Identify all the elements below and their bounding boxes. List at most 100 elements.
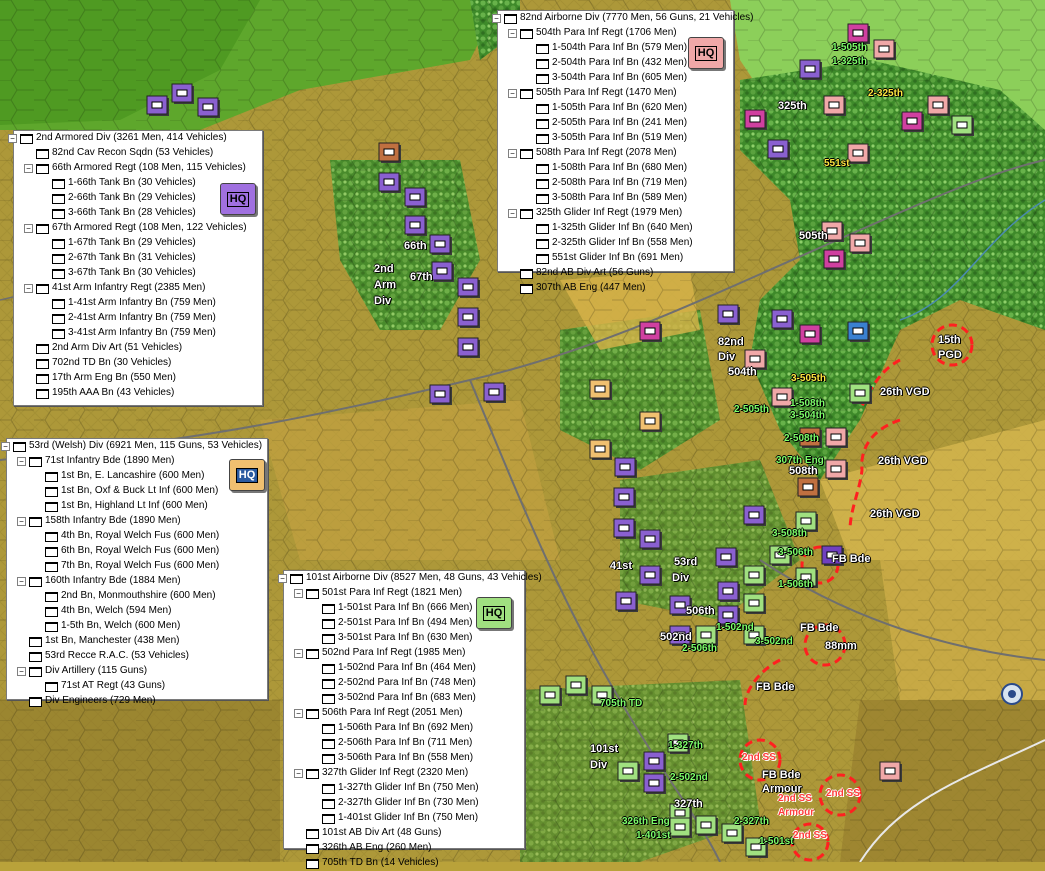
oob-title-row[interactable]: − 2nd Armored Div (3261 Men, 414 Vehicles… [8, 131, 262, 146]
oob-title-row[interactable]: − 53rd (Welsh) Div (6921 Men, 115 Guns, 5… [1, 439, 267, 454]
oob-unit-row[interactable]: − 327th Glider Inf Regt (2320 Men) [284, 766, 524, 781]
unit-counter-icon[interactable] [743, 565, 766, 586]
unit-counter-icon[interactable] [799, 59, 822, 80]
unit-counter-icon[interactable] [615, 591, 638, 612]
oob-unit-row[interactable]: 2-505th Para Inf Bn (241 Men) [498, 116, 733, 131]
oob-unit-row[interactable]: 1-401st Glider Inf Bn (750 Men) [284, 811, 524, 826]
unit-counter-icon[interactable] [613, 518, 636, 539]
oob-unit-row[interactable]: 1st Bn, Highland Lt Inf (600 Men) [7, 499, 267, 514]
unit-counter-icon[interactable] [799, 324, 822, 345]
unit-counter-icon[interactable] [823, 249, 846, 270]
unit-counter-icon[interactable] [589, 379, 612, 400]
collapse-toggle-icon[interactable]: − [1, 442, 10, 451]
unit-counter-icon[interactable] [639, 565, 662, 586]
unit-counter-icon[interactable] [589, 439, 612, 460]
oob-unit-row[interactable]: 101st AB Div Art (48 Guns) [284, 826, 524, 841]
unit-counter-icon[interactable] [823, 95, 846, 116]
collapse-toggle-icon[interactable]: − [508, 209, 517, 218]
unit-counter-icon[interactable] [847, 23, 870, 44]
collapse-toggle-icon[interactable]: − [17, 517, 26, 526]
unit-counter-icon[interactable] [797, 477, 820, 498]
oob-unit-row[interactable]: 326th AB Eng (260 Men) [284, 841, 524, 856]
oob-unit-row[interactable]: − Div Artillery (115 Guns) [7, 664, 267, 679]
unit-counter-icon[interactable] [431, 261, 454, 282]
oob-unit-row[interactable]: 82nd AB Div Art (56 Guns) [498, 266, 733, 281]
oob-unit-row[interactable]: 2-501st Para Inf Bn (494 Men) [284, 616, 524, 631]
unit-counter-icon[interactable] [617, 761, 640, 782]
collapse-toggle-icon[interactable]: − [508, 89, 517, 98]
unit-counter-icon[interactable] [565, 675, 588, 696]
oob-unit-row[interactable]: 1st Bn, Oxf & Buck Lt Inf (600 Men) [7, 484, 267, 499]
oob-unit-row[interactable]: 4th Bn, Welch (594 Men) [7, 604, 267, 619]
oob-unit-row[interactable]: 7th Bn, Royal Welch Fus (600 Men) [7, 559, 267, 574]
oob-unit-row[interactable]: 2-41st Arm Infantry Bn (759 Men) [14, 311, 262, 326]
oob-panel-101st-airborne[interactable]: HQ −101st Airborne Div (8527 Men, 48 Gun… [278, 570, 542, 869]
oob-unit-row[interactable]: 2-504th Para Inf Bn (432 Men) [498, 56, 733, 71]
unit-counter-icon[interactable] [429, 384, 452, 405]
oob-unit-row[interactable]: 2-502nd Para Inf Bn (748 Men) [284, 676, 524, 691]
oob-unit-row[interactable]: 2nd Arm Div Art (51 Vehicles) [14, 341, 262, 356]
oob-unit-row[interactable]: 1-504th Para Inf Bn (579 Men) [498, 41, 733, 56]
unit-counter-icon[interactable] [483, 382, 506, 403]
collapse-toggle-icon[interactable]: − [294, 709, 303, 718]
collapse-toggle-icon[interactable]: − [17, 577, 26, 586]
unit-counter-icon[interactable] [378, 142, 401, 163]
collapse-toggle-icon[interactable]: − [492, 14, 501, 23]
oob-panel-2nd-armored[interactable]: HQ −2nd Armored Div (3261 Men, 414 Vehic… [8, 130, 263, 406]
oob-unit-row[interactable]: Div Engineers (729 Men) [7, 694, 267, 709]
unit-counter-icon[interactable] [146, 95, 169, 116]
unit-counter-icon[interactable] [429, 234, 452, 255]
oob-unit-row[interactable]: 1-502nd Para Inf Bn (464 Men) [284, 661, 524, 676]
unit-counter-icon[interactable] [951, 115, 974, 136]
oob-unit-row[interactable]: 3-41st Arm Infantry Bn (759 Men) [14, 326, 262, 341]
oob-unit-row[interactable]: 3-504th Para Inf Bn (605 Men) [498, 71, 733, 86]
unit-counter-icon[interactable] [197, 97, 220, 118]
oob-unit-row[interactable]: − 71st Infantry Bde (1890 Men) [7, 454, 267, 469]
unit-counter-icon[interactable] [927, 95, 950, 116]
oob-unit-row[interactable]: 3-505th Para Inf Bn (519 Men) [498, 131, 733, 146]
oob-unit-row[interactable]: 1-501st Para Inf Bn (666 Men) [284, 601, 524, 616]
oob-unit-row[interactable]: 1-508th Para Inf Bn (680 Men) [498, 161, 733, 176]
oob-unit-row[interactable]: − 502nd Para Inf Regt (1985 Men) [284, 646, 524, 661]
oob-unit-row[interactable]: − 504th Para Inf Regt (1706 Men) [498, 26, 733, 41]
unit-counter-icon[interactable] [171, 83, 194, 104]
oob-unit-row[interactable]: 2-506th Para Inf Bn (711 Men) [284, 736, 524, 751]
unit-counter-icon[interactable] [614, 457, 637, 478]
oob-unit-row[interactable]: 3-508th Para Inf Bn (589 Men) [498, 191, 733, 206]
unit-counter-icon[interactable] [721, 823, 744, 844]
unit-counter-icon[interactable] [643, 773, 666, 794]
oob-unit-row[interactable]: 2-327th Glider Inf Bn (730 Men) [284, 796, 524, 811]
collapse-toggle-icon[interactable]: − [17, 667, 26, 676]
unit-counter-icon[interactable] [539, 685, 562, 706]
oob-unit-row[interactable]: − 41st Arm Infantry Regt (2385 Men) [14, 281, 262, 296]
unit-counter-icon[interactable] [404, 187, 427, 208]
oob-unit-row[interactable]: 53rd Recce R.A.C. (53 Vehicles) [7, 649, 267, 664]
unit-counter-icon[interactable] [849, 233, 872, 254]
unit-counter-icon[interactable] [901, 111, 924, 132]
unit-counter-icon[interactable] [771, 309, 794, 330]
collapse-toggle-icon[interactable]: − [294, 649, 303, 658]
oob-unit-row[interactable]: 1-66th Tank Bn (30 Vehicles) [14, 176, 262, 191]
oob-unit-row[interactable]: − 158th Infantry Bde (1890 Men) [7, 514, 267, 529]
unit-counter-icon[interactable] [743, 505, 766, 526]
unit-counter-icon[interactable] [825, 427, 848, 448]
oob-unit-row[interactable]: 2nd Bn, Monmouthshire (600 Men) [7, 589, 267, 604]
unit-counter-icon[interactable] [639, 411, 662, 432]
oob-unit-row[interactable]: 2-66th Tank Bn (29 Vehicles) [14, 191, 262, 206]
unit-counter-icon[interactable] [743, 593, 766, 614]
oob-unit-row[interactable]: 1-325th Glider Inf Bn (640 Men) [498, 221, 733, 236]
unit-counter-icon[interactable] [639, 321, 662, 342]
collapse-toggle-icon[interactable]: − [508, 29, 517, 38]
unit-counter-icon[interactable] [744, 109, 767, 130]
oob-unit-row[interactable]: − 66th Armored Regt (108 Men, 115 Vehicle… [14, 161, 262, 176]
oob-unit-row[interactable]: − 160th Infantry Bde (1884 Men) [7, 574, 267, 589]
unit-counter-icon[interactable] [717, 304, 740, 325]
unit-counter-icon[interactable] [879, 761, 902, 782]
oob-unit-row[interactable]: 3-67th Tank Bn (30 Vehicles) [14, 266, 262, 281]
oob-unit-row[interactable]: 82nd Cav Recon Sqdn (53 Vehicles) [14, 146, 262, 161]
oob-unit-row[interactable]: 1-41st Arm Infantry Bn (759 Men) [14, 296, 262, 311]
unit-counter-icon[interactable] [847, 143, 870, 164]
oob-unit-row[interactable]: − 508th Para Inf Regt (2078 Men) [498, 146, 733, 161]
oob-unit-row[interactable]: 1st Bn, E. Lancashire (600 Men) [7, 469, 267, 484]
collapse-toggle-icon[interactable]: − [508, 149, 517, 158]
